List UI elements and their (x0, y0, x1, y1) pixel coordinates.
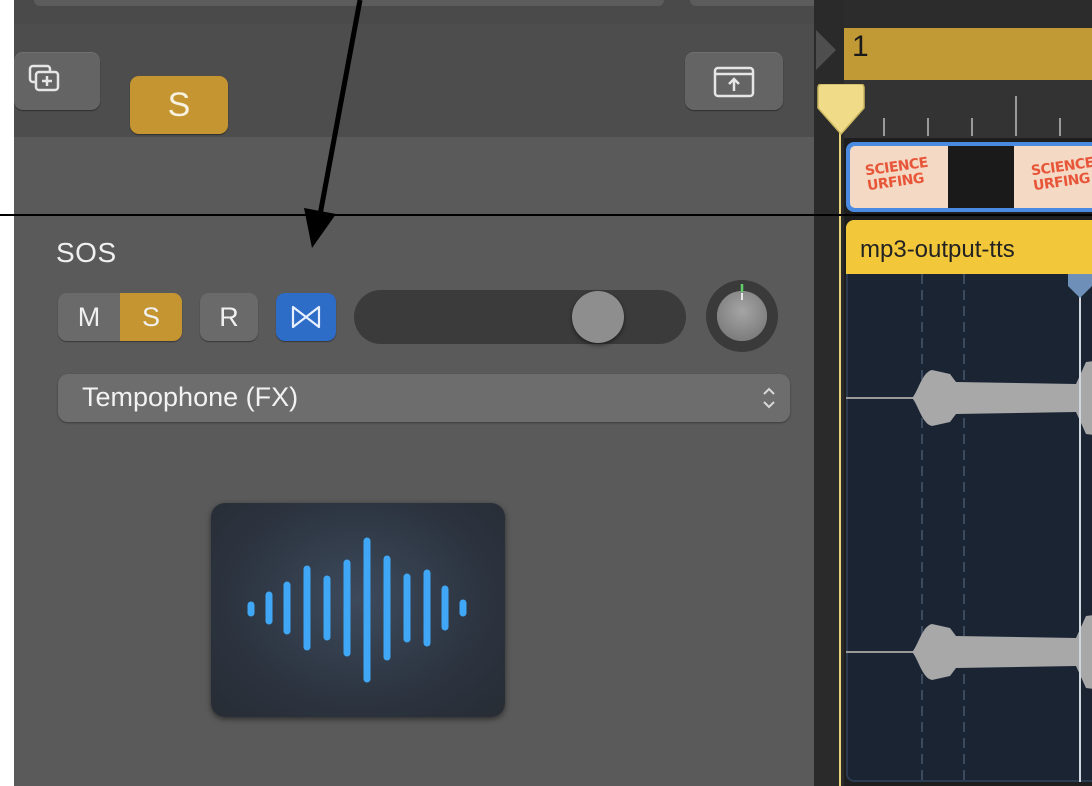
track-toolbar-row: S (14, 24, 814, 137)
ruler-ticks (883, 96, 1061, 136)
top-toolbar-button[interactable] (690, 0, 814, 6)
mute-solo-group: M S (58, 293, 182, 341)
marker-triangle-icon (816, 30, 836, 70)
audio-waveform (846, 274, 1092, 782)
playhead-line[interactable] (839, 108, 841, 786)
ruler[interactable] (844, 80, 1092, 138)
video-thumbnail: SCIENCE URFING (1014, 146, 1092, 208)
volume-slider[interactable] (354, 290, 686, 344)
video-thumbnail: SCIENCE URFING (850, 146, 948, 208)
track-icon[interactable] (211, 503, 505, 717)
video-region[interactable]: SCIENCE URFING SCIENCE URFING (846, 142, 1092, 212)
video-thumbnail (948, 146, 1014, 208)
bar-number: 1 (852, 30, 869, 63)
track-name[interactable]: SOS (56, 237, 117, 269)
cycle-bar[interactable] (844, 28, 1092, 80)
top-toolbar-strip (14, 0, 814, 24)
pan-knob[interactable] (704, 278, 780, 354)
video-thumbnail-text: SCIENCE URFING (1030, 154, 1092, 195)
share-icon (713, 66, 755, 98)
audio-region[interactable]: mp3-output-tts (846, 220, 1092, 782)
flex-bowtie-icon (291, 305, 321, 329)
solo-button[interactable]: S (120, 293, 182, 341)
track-inspector-panel: S SOS M S R Tempophone (FX) (14, 0, 814, 786)
duplicate-track-button[interactable] (14, 52, 100, 110)
track-header-spacer (14, 137, 814, 215)
video-thumbnail-text: SCIENCE URFING (864, 154, 929, 195)
duplicate-track-icon (28, 64, 60, 92)
audio-region-name: mp3-output-tts (860, 236, 1015, 263)
ruler-top (844, 0, 1092, 28)
waveform-icon (247, 537, 467, 683)
playhead-handle[interactable] (816, 84, 866, 136)
audio-region-header[interactable]: mp3-output-tts (846, 220, 1092, 274)
annotation-arrow-icon (304, 0, 363, 248)
annotation-line (0, 214, 1092, 216)
mute-button[interactable]: M (58, 293, 120, 341)
arrangement-area: 1 SCIENCE URFING SCIENCE URFING mp3-outp… (844, 0, 1092, 786)
plugin-select-value: Tempophone (FX) (82, 382, 299, 412)
share-button[interactable] (685, 52, 783, 110)
up-down-chevron-icon (763, 387, 775, 409)
plugin-select[interactable]: Tempophone (FX) (58, 374, 790, 422)
volume-slider-thumb[interactable] (571, 291, 624, 343)
record-enable-button[interactable]: R (200, 293, 258, 341)
flex-mode-button[interactable] (276, 293, 336, 341)
toolbar-solo-button[interactable]: S (130, 76, 228, 134)
